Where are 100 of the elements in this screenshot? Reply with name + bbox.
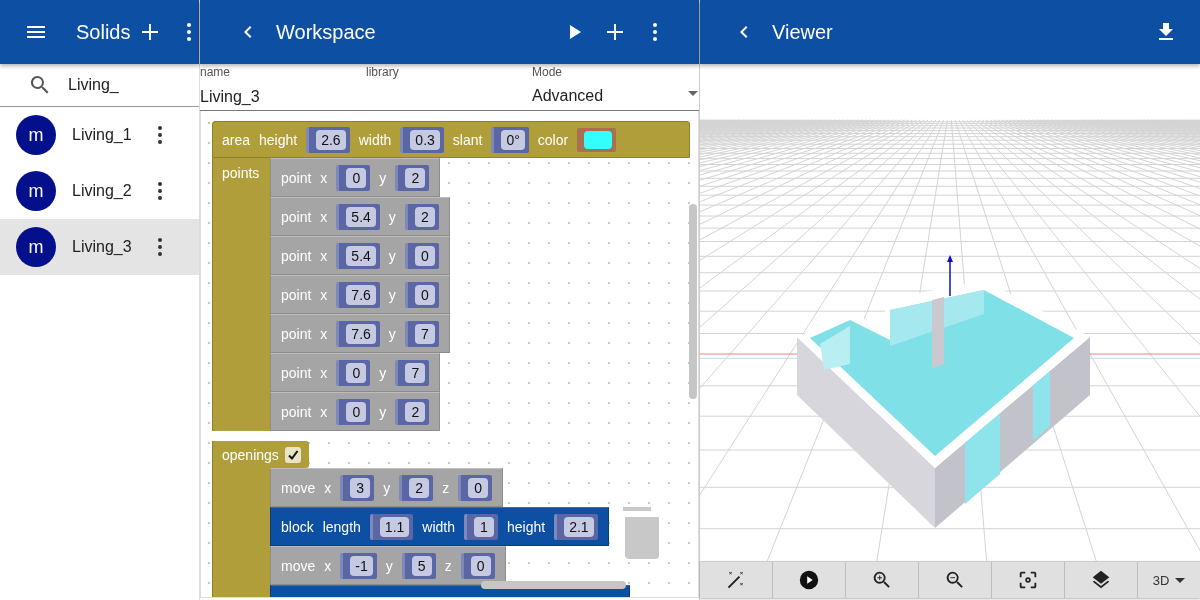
field-label: Mode <box>532 65 564 79</box>
number-input[interactable]: 0 <box>336 398 371 425</box>
param-label: height <box>507 518 546 535</box>
number-input[interactable]: 2 <box>395 398 430 425</box>
layers-icon <box>1090 569 1112 591</box>
block-block[interactable]: block length 1.1 width 1 height 2.1 <box>270 507 609 546</box>
number-input[interactable]: 2 <box>395 164 430 191</box>
openings-checkbox[interactable] <box>284 446 301 463</box>
number-input[interactable]: 7.6 <box>336 281 380 308</box>
axis-arrow <box>947 255 953 297</box>
move-block[interactable]: move x 3 y 2 z 0 <box>270 468 504 507</box>
block-label: point <box>281 247 312 264</box>
item-name: Living_2 <box>72 182 133 200</box>
block-label: point <box>281 208 312 225</box>
point-block[interactable]: point x 0 y 2 <box>270 158 441 197</box>
list-item[interactable]: m Living_3 <box>0 219 199 275</box>
zoom-in-icon <box>871 569 893 591</box>
block-label: move <box>281 479 316 496</box>
point-block[interactable]: point x 5.4 y 2 <box>270 197 450 236</box>
number-input[interactable]: 5.4 <box>336 242 380 269</box>
number-input[interactable]: 0 <box>404 242 439 269</box>
param-label: z <box>444 557 452 574</box>
number-input[interactable]: 2 <box>399 474 434 501</box>
point-block[interactable]: point x 7.6 y 0 <box>270 275 450 314</box>
param-label: x <box>320 169 328 186</box>
number-input[interactable]: 0 <box>460 552 495 579</box>
color-input[interactable] <box>577 127 617 152</box>
search-field[interactable]: Living_ <box>68 76 188 94</box>
param-label: slant <box>452 131 483 148</box>
param-label: y <box>388 247 396 264</box>
number-input[interactable]: 1.1 <box>369 513 414 540</box>
param-label: y <box>388 325 396 342</box>
number-input[interactable]: 1 <box>464 513 498 540</box>
number-input[interactable]: 0.3 <box>400 126 444 153</box>
point-block[interactable]: point x 5.4 y 0 <box>270 236 450 275</box>
number-input[interactable]: 7 <box>395 359 430 386</box>
param-label: x <box>320 364 328 381</box>
param-label: x <box>320 247 328 264</box>
param-label: x <box>324 557 332 574</box>
zoom-out-button[interactable] <box>919 562 992 598</box>
point-block[interactable]: point x 0 y 7 <box>270 353 441 392</box>
param-label: x <box>320 286 328 303</box>
block-label: point <box>281 286 312 303</box>
more-icon <box>158 182 162 200</box>
number-input[interactable]: 5 <box>401 552 436 579</box>
section-label: openings <box>222 446 279 463</box>
number-input[interactable]: 0° <box>491 126 529 153</box>
avatar: m <box>16 171 56 211</box>
number-input[interactable]: 0 <box>336 359 371 386</box>
param-label: x <box>320 325 328 342</box>
number-input[interactable]: -1 <box>340 552 377 579</box>
number-input[interactable]: 7 <box>404 320 439 347</box>
param-label: y <box>383 479 391 496</box>
view-mode-dropdown[interactable]: 3D <box>1138 562 1200 598</box>
point-block[interactable]: point x 7.6 y 7 <box>270 314 450 353</box>
avatar: m <box>16 115 56 155</box>
number-input[interactable]: 2 <box>404 203 439 230</box>
item-name: Living_3 <box>72 238 133 256</box>
block-label: move <box>281 557 316 574</box>
field-label: name <box>200 65 232 79</box>
param-label: width <box>422 518 455 535</box>
avatar: m <box>16 227 56 267</box>
number-input[interactable]: 7.6 <box>336 320 380 347</box>
param-label: y <box>379 403 387 420</box>
focus-icon <box>1017 569 1039 591</box>
param-label: color <box>537 131 569 148</box>
number-input[interactable]: 3 <box>340 474 375 501</box>
point-block[interactable]: point x 0 y 2 <box>270 392 441 431</box>
panel-title: Workspace <box>276 20 377 44</box>
fit-view-button[interactable] <box>992 562 1065 598</box>
block-label: point <box>281 364 312 381</box>
zoom-in-button[interactable] <box>846 562 919 598</box>
item-name: Living_1 <box>72 126 133 144</box>
more-icon <box>158 238 162 256</box>
more-icon <box>653 23 657 41</box>
number-input[interactable]: 2.6 <box>306 126 350 153</box>
field-label: library <box>366 65 400 79</box>
param-label: x <box>324 479 332 496</box>
number-input[interactable]: 5.4 <box>336 203 380 230</box>
move-block[interactable]: move x -1 y 5 z 0 <box>270 546 506 585</box>
number-input[interactable]: 0 <box>336 164 371 191</box>
number-input[interactable]: 0 <box>458 474 493 501</box>
param-label: y <box>388 286 396 303</box>
number-input[interactable]: 2.1 <box>554 513 598 540</box>
param-label: y <box>379 169 387 186</box>
panel-title: Solids <box>76 20 131 44</box>
param-label: x <box>320 403 328 420</box>
area-block[interactable]: area height 2.6 width 0.3 slant 0° color <box>212 121 690 158</box>
param-label: x <box>320 208 328 225</box>
number-input[interactable]: 0 <box>404 281 439 308</box>
param-label: y <box>385 557 393 574</box>
layers-button[interactable] <box>1065 562 1138 598</box>
play-icon <box>798 569 820 591</box>
text-field[interactable]: Living_3 <box>200 87 350 107</box>
scrollbar[interactable] <box>689 204 697 399</box>
param-label: y <box>388 208 396 225</box>
param-label: length <box>322 518 361 535</box>
scrollbar[interactable] <box>481 581 626 589</box>
block-label: area <box>222 131 251 148</box>
play-button[interactable] <box>773 562 846 598</box>
